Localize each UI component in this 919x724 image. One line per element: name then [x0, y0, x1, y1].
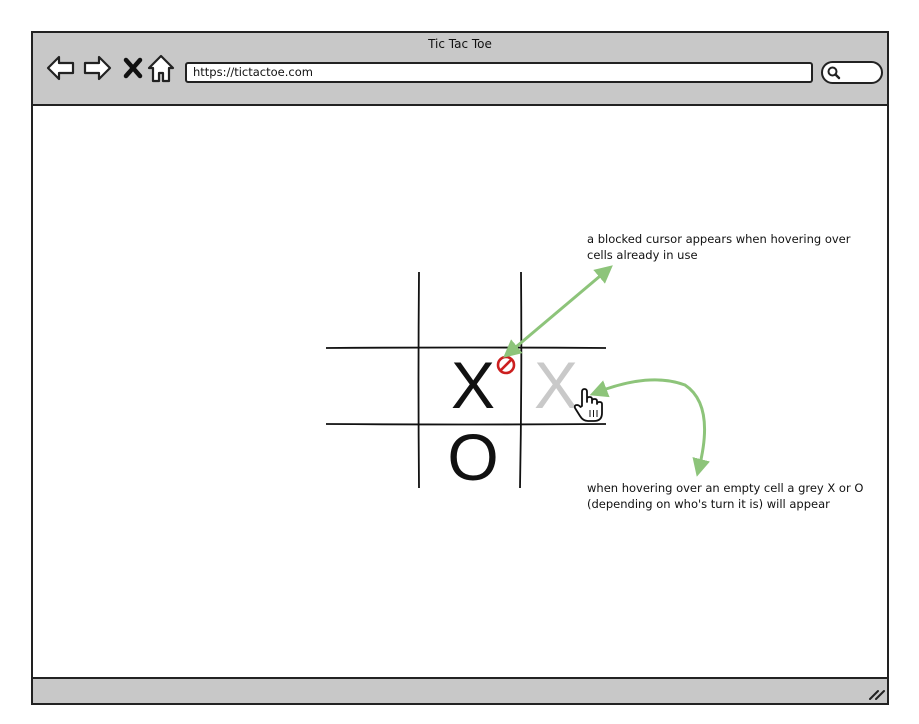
note-line: when hovering over an empty cell a grey …: [587, 481, 864, 495]
blocked-cursor-note: a blocked cursor appears when hovering o…: [587, 231, 850, 263]
note-line: a blocked cursor appears when hovering o…: [587, 232, 851, 246]
blocked-note-arrow: [503, 265, 613, 358]
annotation-arrows: [503, 265, 710, 477]
note-line: (depending on who's turn it is) will app…: [587, 497, 830, 511]
hover-preview-note: when hovering over an empty cell a grey …: [587, 480, 863, 512]
hover-note-arrow: [589, 378, 710, 477]
note-line: cells already in use: [587, 248, 698, 262]
